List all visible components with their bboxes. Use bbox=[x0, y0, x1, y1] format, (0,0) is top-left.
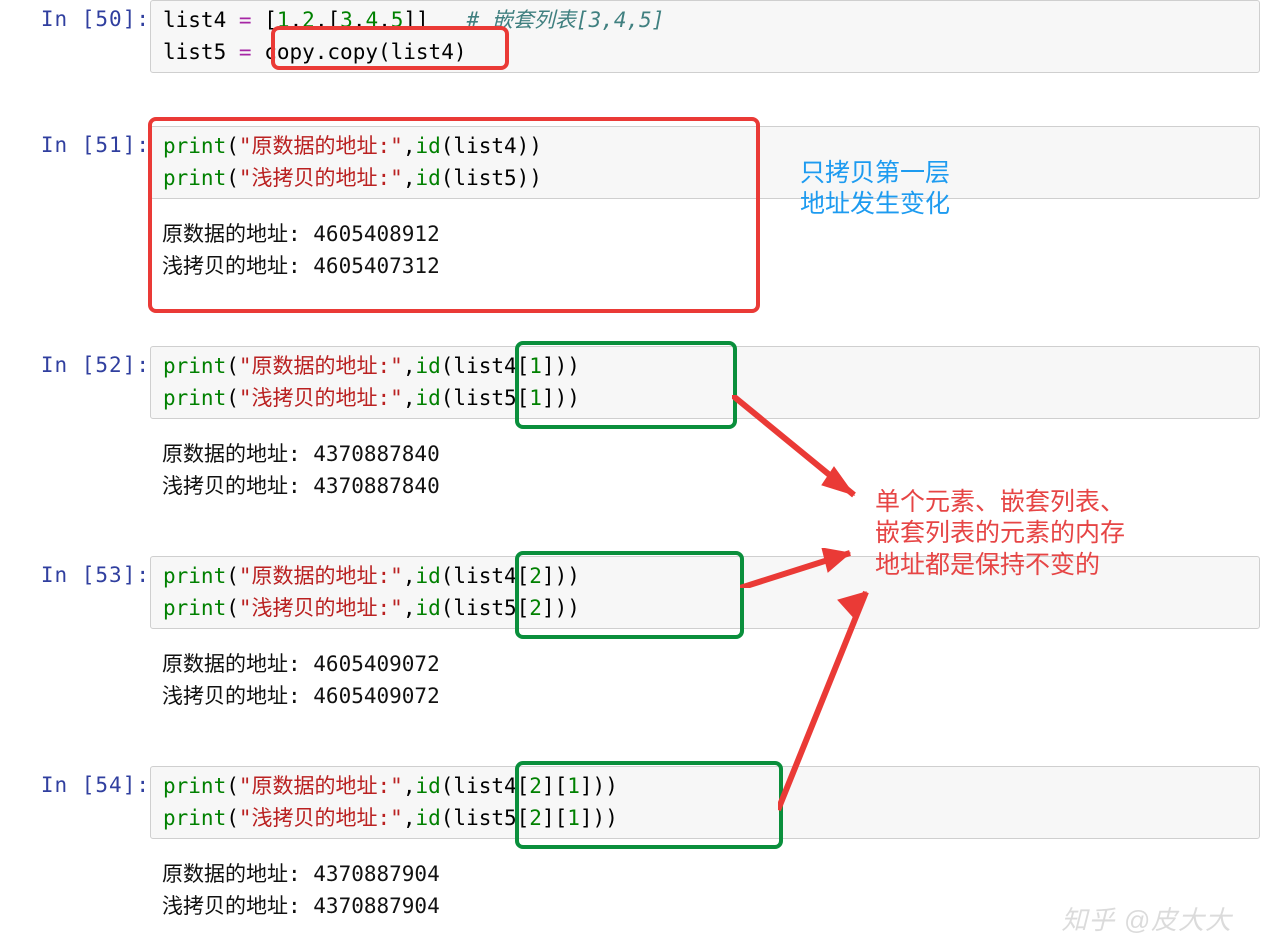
notebook: In [50]: list4 = [1,2,[3,4,5]] # 嵌套列表[3,… bbox=[0, 0, 1262, 950]
code-50[interactable]: list4 = [1,2,[3,4,5]] # 嵌套列表[3,4,5] list… bbox=[150, 0, 1260, 73]
prompt-51: In [51]: bbox=[0, 126, 150, 162]
prompt-52: In [52]: bbox=[0, 346, 150, 382]
cell-50: In [50]: list4 = [1,2,[3,4,5]] # 嵌套列表[3,… bbox=[0, 0, 1262, 73]
code-51[interactable]: print("原数据的地址:",id(list4)) print("浅拷贝的地址… bbox=[150, 126, 1260, 199]
annotation-blue: 只拷贝第一层 地址发生变化 bbox=[800, 158, 950, 221]
cell-51: In [51]: print("原数据的地址:",id(list4)) prin… bbox=[0, 126, 1262, 282]
annotation-red: 单个元素、嵌套列表、 嵌套列表的元素的内存 地址都是保持不变的 bbox=[875, 487, 1125, 581]
code-54[interactable]: print("原数据的地址:",id(list4[2][1])) print("… bbox=[150, 766, 1260, 839]
watermark: 知乎 @皮大大 bbox=[1061, 901, 1232, 940]
cell-52: In [52]: print("原数据的地址:",id(list4[1])) p… bbox=[0, 346, 1262, 502]
code-52[interactable]: print("原数据的地址:",id(list4[1])) print("浅拷贝… bbox=[150, 346, 1260, 419]
prompt-54: In [54]: bbox=[0, 766, 150, 802]
cell-54: In [54]: print("原数据的地址:",id(list4[2][1])… bbox=[0, 766, 1262, 922]
prompt-53: In [53]: bbox=[0, 556, 150, 592]
prompt-50: In [50]: bbox=[0, 0, 150, 36]
output-53: 原数据的地址: 4605409072 浅拷贝的地址: 4605409072 bbox=[150, 649, 1260, 712]
output-51: 原数据的地址: 4605408912 浅拷贝的地址: 4605407312 bbox=[150, 219, 1260, 282]
